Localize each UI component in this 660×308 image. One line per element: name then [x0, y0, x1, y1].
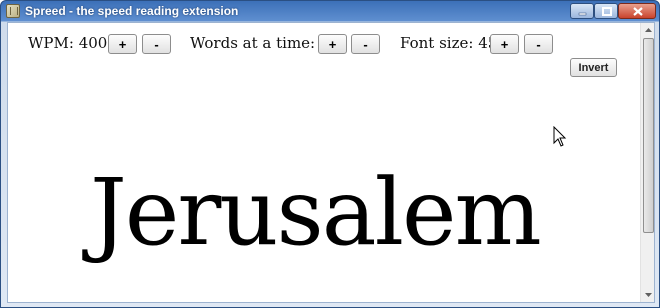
title-bar[interactable]: Spreed - the speed reading extension [1, 1, 659, 22]
invert-button[interactable]: Invert [570, 58, 617, 77]
wpm-decrease-button[interactable]: - [142, 34, 171, 54]
wpm-label: WPM: 400 [28, 34, 108, 52]
scrollbar-thumb[interactable] [643, 38, 654, 233]
minimize-icon [578, 12, 587, 16]
mouse-cursor-icon [553, 126, 567, 147]
reader-panel: WPM: 400 + - Words at a time: 1 + - Font… [7, 22, 655, 303]
scroll-up-arrow-icon[interactable] [641, 23, 655, 37]
close-button[interactable] [618, 3, 656, 19]
words-decrease-button[interactable]: - [351, 34, 380, 54]
maximize-icon [602, 7, 612, 16]
app-window: Spreed - the speed reading extension WPM… [0, 0, 660, 308]
vertical-scrollbar[interactable] [640, 23, 655, 302]
minimize-button[interactable] [570, 3, 594, 19]
font-size-decrease-button[interactable]: - [524, 34, 553, 54]
window-title: Spreed - the speed reading extension [25, 4, 239, 18]
font-size-label: Font size: 45 [400, 34, 498, 52]
book-icon [6, 4, 20, 18]
words-label: Words at a time: 1 [190, 33, 329, 53]
maximize-button[interactable] [594, 3, 618, 19]
close-icon [633, 7, 643, 16]
wpm-value: 400 [78, 34, 108, 52]
scroll-down-arrow-icon[interactable] [641, 288, 655, 302]
current-word: Jerusalem [90, 159, 542, 266]
words-increase-button[interactable]: + [318, 34, 347, 54]
wpm-increase-button[interactable]: + [108, 34, 137, 54]
font-size-increase-button[interactable]: + [490, 34, 519, 54]
